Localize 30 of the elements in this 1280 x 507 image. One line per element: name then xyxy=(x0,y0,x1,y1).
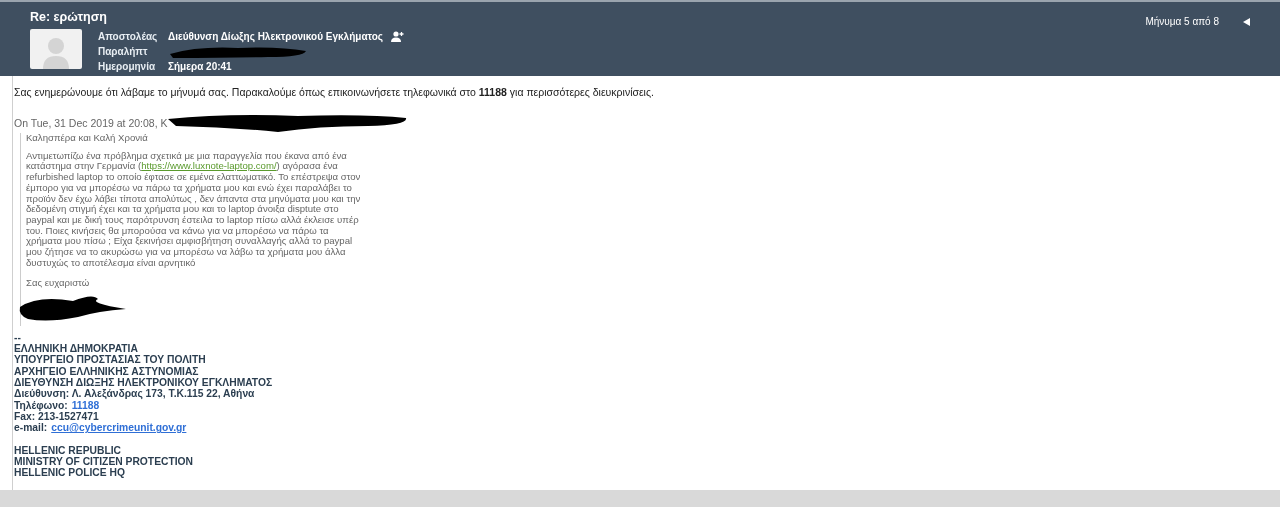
signature-separator: -- xyxy=(14,331,22,344)
signature-line: ΕΛΛΗΝΙΚΗ ΔΗΜΟΚΡΑΤΙΑ xyxy=(14,343,139,355)
field-label: Αποστολέας xyxy=(98,30,159,44)
signature-line: HELLENIC REPUBLIC xyxy=(14,444,122,457)
signature-line: Διεύθυνση: Λ. Αλεξάνδρας 173, Τ.Κ.115 22, Αθήνα xyxy=(14,388,256,400)
signature-label: Τηλέφωνο: xyxy=(14,399,68,411)
signature-line: ΑΡΧΗΓΕΙΟ ΕΛΛΗΝΙΚΗΣ ΑΣΤΥΝΟΜΙΑΣ xyxy=(14,365,200,378)
add-contact-icon[interactable] xyxy=(391,31,405,42)
quote-header: On Tue, 31 Dec 2019 at 20:08, K xyxy=(14,117,168,129)
message-counter: Μήνυμα 5 από 8 xyxy=(1145,15,1219,29)
signature-line: MINISTRY OF CITIZEN PROTECTION xyxy=(14,456,195,468)
field-label: Παραλήπτ xyxy=(98,45,149,59)
url-link[interactable]: https://www.luxnote-laptop.com/ xyxy=(141,160,277,172)
message-subject: Re: ερώτηση xyxy=(30,10,108,25)
signature-line: ΥΠΟΥΡΓΕΙΟ ΠΡΟΣΤΑΣΙΑΣ ΤΟΥ ΠΟΛΙΤΗ xyxy=(14,354,207,366)
phone-number: 11188 xyxy=(71,399,100,411)
email-link[interactable]: ccu@cybercrimeunit.gov.gr xyxy=(51,422,187,434)
signature-line: ΔΙΕΥΘΥΝΣΗ ΔΙΩΞΗΣ ΗΛΕΚΤΡΟΝΙΚΟΥ ΕΓΚΛΗΜΑΤΟΣ xyxy=(14,377,274,389)
signature-label: e-mail: xyxy=(14,422,48,434)
previous-triangle-icon[interactable] xyxy=(1243,18,1250,26)
field-value: Σήμερα 20:41 xyxy=(168,60,232,74)
quote-paragraph: Αντιμετωπίζω ένα πρόβλημα σχετικά με μια παραγγελία που έκανα από ένα κατάστημα στην Γερμανία (https://www.luxnote-laptop.com/) αγόρασα ένα refurbished laptop το οποίο έφτασε σε εμένα ελαττωματικό. Το επέστρεψα στον έμπορο για να μπορέσω να πάρω τα χρήματα μου και ενώ έχει παραλάβει το προϊόν δεν έχω λάβει τίποτα απολύτως , δεν άπαντα στα μηνύματα μου και την δεδομένη στιγμή έχει και τα χρήματα μου και το laptop άνοιξα disptute στο paypal και με δική τους παρότρυνση έστειλα το laptop πίσω αλλά έκλεισε υπέρ του. Ποιες κινήσεις θα μπορούσα να κάνω για να μπορέσω να πάρω τα χρήματα μου πίσω ; Είχα ξεκινήσει αμφισβήτηση συναλλαγής αλλά το paypal μου ζήτησε να το ακυρώσω για να μπορέσω να λάβω τα χρήματα μου άλλα δυστυχώς το αποτέλεσμα είναι αρνητικό xyxy=(26,150,362,269)
signature-line: HELLENIC POLICE HQ xyxy=(14,467,126,479)
avatar-placeholder xyxy=(30,29,82,69)
field-label: Ημερομηνία xyxy=(98,60,157,74)
signature-line: Fax: 213-1527471 xyxy=(14,410,100,423)
field-value: Διεύθυνση Δίωξης Ηλεκτρονικού Εγκλήματος xyxy=(168,30,384,44)
quote-greeting: Καλησπέρα και Καλή Χρονιά xyxy=(26,133,149,144)
quote-thanks: Σας ευχαριστώ xyxy=(26,278,91,290)
reply-text: Σας ενημερώνουμε ότι λάβαμε το μήνυμά σας. Παρακαλούμε όπως επικοινωνήσετε τηλεφωνικά στο 11188 για περισσότερες διευκρινίσεις. xyxy=(14,86,655,99)
